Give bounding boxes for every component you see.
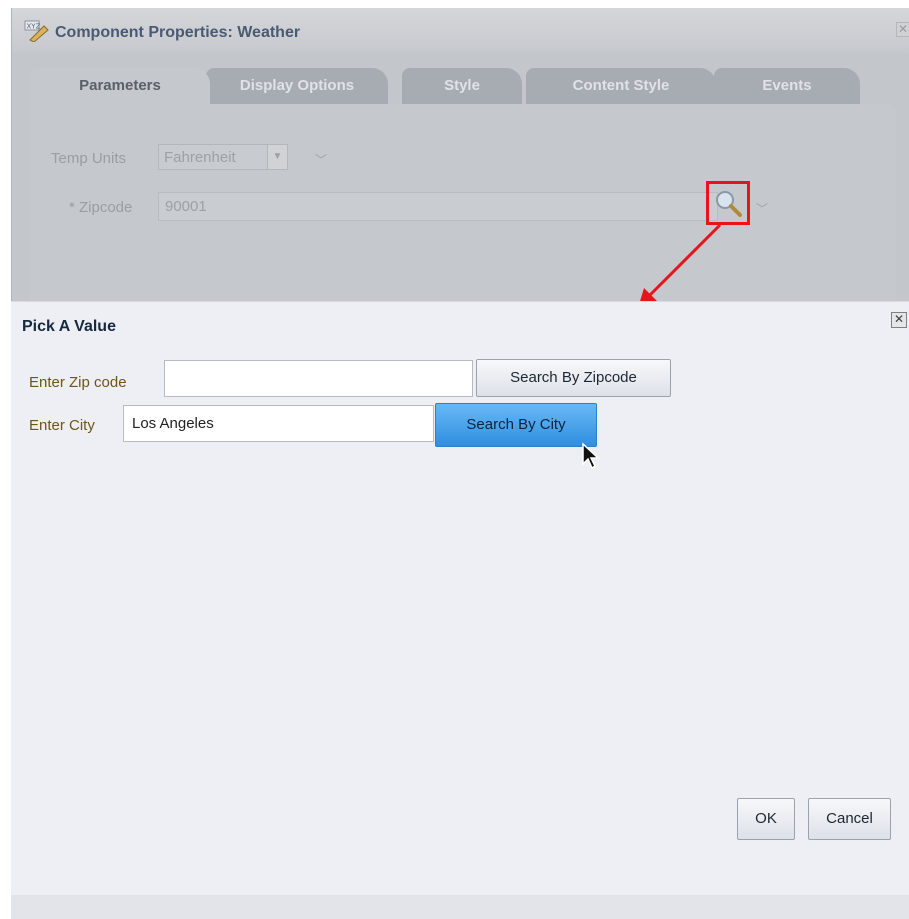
temp-units-value: Fahrenheit — [164, 149, 236, 166]
dialog-footer-bar — [11, 895, 909, 919]
tab-content-style[interactable]: Content Style — [526, 68, 716, 104]
city-input[interactable]: Los Angeles — [123, 405, 434, 442]
zip-code-label: Enter Zip code — [29, 374, 127, 391]
zipcode-input[interactable]: 90001 — [158, 192, 718, 221]
component-icon: XYZ — [24, 20, 49, 42]
tab-style[interactable]: Style — [402, 68, 522, 104]
mouse-cursor-icon — [582, 442, 600, 470]
search-by-city-button[interactable]: Search By City — [435, 403, 597, 447]
dialog-title: Pick A Value — [22, 318, 116, 335]
dropdown-arrow-icon[interactable]: ▼ — [267, 145, 287, 169]
annotation-arrow — [638, 223, 722, 308]
tab-events[interactable]: Events — [714, 68, 860, 104]
city-label: Enter City — [29, 417, 95, 434]
zip-code-input[interactable] — [164, 360, 473, 397]
svg-text:XYZ: XYZ — [27, 23, 41, 31]
temp-units-label: Temp Units — [51, 150, 127, 167]
zipcode-value: 90001 — [165, 198, 207, 215]
tab-parameters[interactable]: Parameters — [30, 68, 210, 104]
dialog-header: XYZ Component Properties: Weather ✕ — [12, 8, 909, 53]
magnifier-icon[interactable] — [712, 187, 744, 219]
tab-display-options[interactable]: Display Options — [206, 68, 388, 104]
ok-button[interactable]: OK — [737, 798, 795, 840]
cancel-button[interactable]: Cancel — [808, 798, 891, 840]
search-by-zipcode-button[interactable]: Search By Zipcode — [476, 359, 671, 397]
city-value: Los Angeles — [132, 415, 214, 432]
pick-value-dialog: Pick A Value ✕ Enter Zip code Search By … — [11, 301, 909, 895]
chevron-down-icon[interactable]: ﹀ — [756, 200, 768, 217]
zipcode-label: * Zipcode — [69, 199, 133, 216]
close-icon[interactable]: ✕ — [896, 22, 909, 37]
close-icon[interactable]: ✕ — [891, 312, 907, 328]
chevron-down-icon[interactable]: ﹀ — [315, 151, 327, 168]
dialog-title: Component Properties: Weather — [55, 24, 301, 41]
